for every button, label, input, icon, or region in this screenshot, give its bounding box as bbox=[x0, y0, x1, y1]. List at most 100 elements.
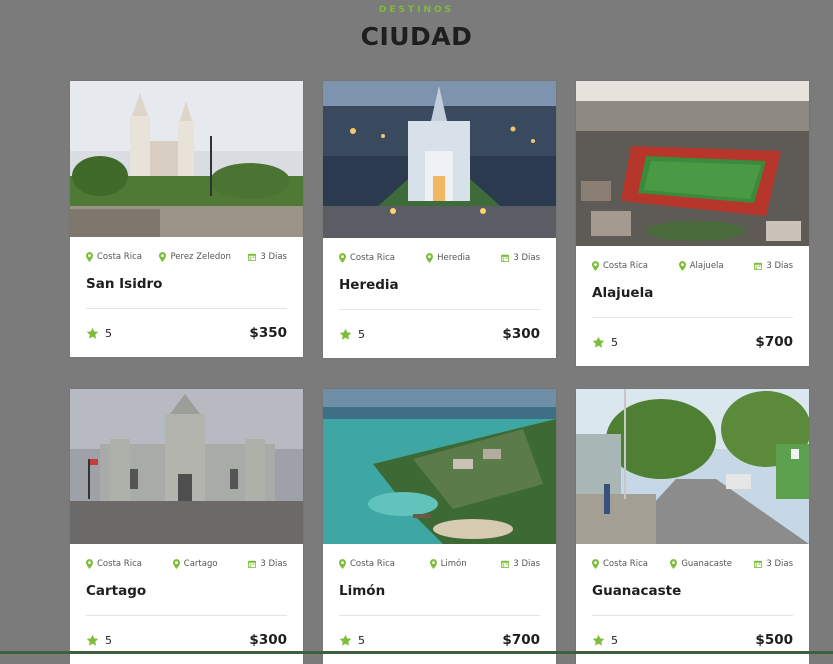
calendar-icon bbox=[248, 253, 257, 261]
price: $350 bbox=[249, 325, 287, 341]
meta-country: Costa Rica bbox=[339, 559, 395, 569]
rating: 5 bbox=[86, 327, 112, 340]
destination-photo[interactable] bbox=[323, 81, 556, 238]
destination-card-alajuela[interactable]: Costa Rica Alajuela 3 Dias Alajuela 5 $7… bbox=[576, 81, 809, 366]
map-pin-icon bbox=[592, 559, 599, 569]
country-label: Costa Rica bbox=[350, 253, 395, 263]
region-label: Limón bbox=[440, 559, 467, 569]
meta-region: Alajuela bbox=[678, 261, 724, 271]
country-label: Costa Rica bbox=[97, 252, 142, 262]
map-pin-icon bbox=[339, 559, 346, 569]
duration-label: 3 Dias bbox=[260, 559, 287, 569]
star-icon bbox=[339, 328, 352, 340]
rating-value: 5 bbox=[358, 327, 365, 341]
rating: 5 bbox=[592, 634, 618, 647]
destination-name[interactable]: San Isidro bbox=[70, 276, 303, 292]
meta-duration: 3 Dias bbox=[501, 559, 540, 569]
destination-card-heredia[interactable]: Costa Rica Heredia 3 Dias Heredia 5 $300 bbox=[323, 81, 556, 358]
rating-value: 5 bbox=[105, 633, 112, 647]
rating-value: 5 bbox=[611, 335, 618, 349]
calendar-icon bbox=[248, 560, 257, 568]
region-label: Perez Zeledon bbox=[170, 252, 231, 262]
price: $700 bbox=[502, 632, 540, 648]
price: $300 bbox=[249, 632, 287, 648]
meta-country: Costa Rica bbox=[86, 559, 142, 569]
star-icon bbox=[592, 336, 605, 348]
card-divider bbox=[592, 615, 793, 616]
star-icon bbox=[86, 634, 99, 646]
meta-duration: 3 Dias bbox=[501, 253, 540, 263]
meta-duration: 3 Dias bbox=[248, 252, 287, 262]
price: $500 bbox=[755, 632, 793, 648]
duration-label: 3 Dias bbox=[513, 253, 540, 263]
country-label: Costa Rica bbox=[350, 559, 395, 569]
meta-country: Costa Rica bbox=[339, 253, 395, 263]
price: $300 bbox=[502, 326, 540, 342]
rating: 5 bbox=[339, 634, 365, 647]
meta-region: Guanacaste bbox=[670, 559, 732, 569]
destination-photo[interactable] bbox=[576, 81, 809, 246]
destination-name[interactable]: Alajuela bbox=[576, 285, 809, 301]
destination-card-san-isidro[interactable]: Costa Rica Perez Zeledon 3 Dias San Isid… bbox=[70, 81, 303, 357]
star-icon bbox=[86, 327, 99, 339]
calendar-icon bbox=[754, 262, 763, 270]
destination-photo[interactable] bbox=[576, 389, 809, 544]
country-label: Costa Rica bbox=[603, 261, 648, 271]
destination-card-cartago[interactable]: Costa Rica Cartago 3 Dias Cartago 5 $300 bbox=[70, 389, 303, 664]
destination-photo[interactable] bbox=[323, 389, 556, 544]
country-label: Costa Rica bbox=[97, 559, 142, 569]
rating: 5 bbox=[86, 634, 112, 647]
rating: 5 bbox=[339, 328, 365, 341]
map-pin-icon bbox=[426, 253, 434, 263]
country-label: Costa Rica bbox=[603, 559, 648, 569]
meta-duration: 3 Dias bbox=[754, 261, 793, 271]
section-title: CIUDAD bbox=[360, 22, 473, 51]
calendar-icon bbox=[754, 560, 763, 568]
meta-country: Costa Rica bbox=[592, 559, 648, 569]
map-pin-icon bbox=[86, 252, 93, 262]
map-pin-icon bbox=[86, 559, 93, 569]
meta-region: Cartago bbox=[172, 559, 218, 569]
region-label: Cartago bbox=[183, 559, 218, 569]
destination-name[interactable]: Heredia bbox=[323, 277, 556, 293]
meta-country: Costa Rica bbox=[592, 261, 648, 271]
meta-region: Heredia bbox=[426, 253, 470, 263]
map-pin-icon bbox=[429, 559, 437, 569]
region-label: Alajuela bbox=[689, 261, 724, 271]
calendar-icon bbox=[501, 560, 510, 568]
card-divider bbox=[339, 615, 540, 616]
destination-name[interactable]: Cartago bbox=[70, 583, 303, 599]
section-eyebrow: DESTINOS bbox=[378, 5, 455, 15]
rating: 5 bbox=[592, 336, 618, 349]
duration-label: 3 Dias bbox=[513, 559, 540, 569]
region-label: Guanacaste bbox=[681, 559, 732, 569]
card-divider bbox=[339, 309, 540, 310]
rating-value: 5 bbox=[358, 633, 365, 647]
destination-card-limon[interactable]: Costa Rica Limón 3 Dias Limón 5 $700 bbox=[323, 389, 556, 664]
map-pin-icon bbox=[159, 252, 167, 262]
region-label: Heredia bbox=[437, 253, 471, 263]
rating-value: 5 bbox=[105, 326, 112, 340]
destination-photo[interactable] bbox=[70, 389, 303, 544]
meta-country: Costa Rica bbox=[86, 252, 142, 262]
card-divider bbox=[86, 615, 287, 616]
card-divider bbox=[86, 308, 287, 309]
price: $700 bbox=[755, 334, 793, 350]
duration-label: 3 Dias bbox=[766, 559, 793, 569]
calendar-icon bbox=[501, 254, 510, 262]
destination-card-guanacaste[interactable]: Costa Rica Guanacaste 3 Dias Guanacaste … bbox=[576, 389, 809, 664]
destination-name[interactable]: Guanacaste bbox=[576, 583, 809, 599]
star-icon bbox=[339, 634, 352, 646]
map-pin-icon bbox=[678, 261, 686, 271]
rating-value: 5 bbox=[611, 633, 618, 647]
star-icon bbox=[592, 634, 605, 646]
duration-label: 3 Dias bbox=[766, 261, 793, 271]
meta-region: Limón bbox=[429, 559, 467, 569]
meta-region: Perez Zeledon bbox=[159, 252, 231, 262]
destination-name[interactable]: Limón bbox=[323, 583, 556, 599]
destination-photo[interactable] bbox=[70, 81, 303, 237]
map-pin-icon bbox=[172, 559, 180, 569]
card-divider bbox=[592, 317, 793, 318]
meta-duration: 3 Dias bbox=[754, 559, 793, 569]
duration-label: 3 Dias bbox=[260, 252, 287, 262]
